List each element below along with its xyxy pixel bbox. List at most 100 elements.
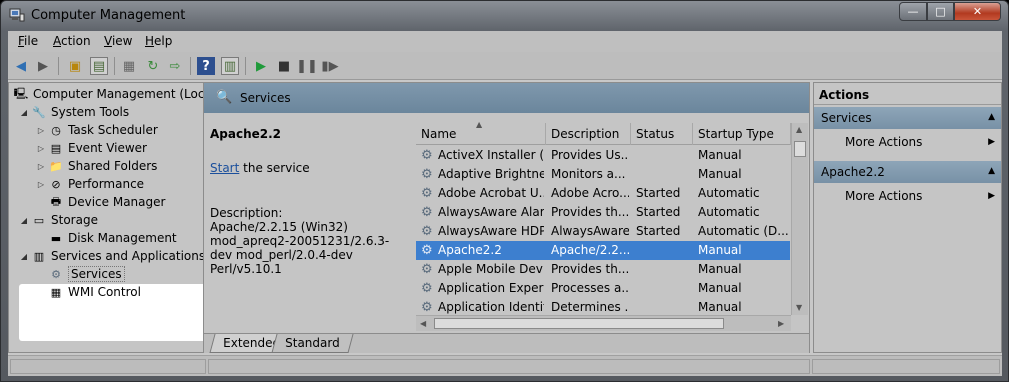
help-icon[interactable]: ? [197,57,215,75]
cell-startup-type: Automatic [698,186,760,200]
expand-arrow-icon[interactable]: ▷ [36,180,46,189]
actions-group-services[interactable]: Services ▲ [814,107,1001,129]
show-hide-action-icon[interactable]: ▥ [221,57,239,75]
scroll-right-icon[interactable]: ▶ [778,319,784,328]
table-row[interactable]: ⚙ ActiveX Installer (... Provides Us... Man… [416,146,790,165]
tree-node-services[interactable]: ⚙ Services [48,265,125,283]
stop-service-icon[interactable]: ■ [275,57,293,75]
collapse-arrow-icon[interactable]: ◢ [19,216,29,225]
table-row[interactable]: ⚙ AlwaysAware Alar... Provides th... Starte… [416,203,790,222]
cell-status: Started [636,224,681,238]
menu-view[interactable]: View [104,34,132,48]
gear-icon: ⚙ [421,167,433,182]
export-icon[interactable]: ⇨ [166,57,184,75]
tree-node-root[interactable]: 🖳 Computer Management (Local [13,85,215,103]
actions-pane: Actions Services ▲ More Actions ▶ Apache… [813,82,1002,353]
tree-label-system-tools: System Tools [51,105,130,119]
cell-description: Provides Us... [551,148,629,162]
cell-description: AlwaysAware... [551,224,629,238]
horizontal-scroll-thumb[interactable] [434,318,724,329]
menu-file[interactable]: File [18,34,38,48]
disk-icon: ▬ [50,231,62,245]
show-hide-tree-icon[interactable]: ▤ [90,57,108,75]
tree-node-event-viewer[interactable]: ▷ ▤ Event Viewer [36,139,147,157]
gear-icon: ⚙ [421,205,433,220]
vertical-scrollbar[interactable]: ▲ ▼ [791,123,808,315]
gear-icon: ⚙ [421,224,433,239]
computer-management-icon [9,8,25,22]
submenu-arrow-icon: ▶ [988,137,995,147]
actions-group-apache[interactable]: Apache2.2 ▲ [814,161,1001,183]
tree-label-root: Computer Management (Local [33,87,216,101]
table-row[interactable]: ⚙ Adobe Acrobat U... Adobe Acro... Started A… [416,184,790,203]
table-row[interactable]: ⚙ Application Experi... Processes a... Manu… [416,279,790,298]
gear-icon: ⚙ [421,243,433,258]
collapse-caret-icon[interactable]: ▲ [988,166,995,176]
tree-node-performance[interactable]: ▷ ⊘ Performance [36,175,144,193]
cell-name: ActiveX Installer (... [438,148,544,162]
minimize-button[interactable]: — [899,2,927,21]
expand-arrow-icon[interactable]: ▷ [36,144,46,153]
vertical-scroll-thumb[interactable] [794,141,806,157]
refresh-icon[interactable]: ↻ [144,57,162,75]
toolbar: ◀ ▶ ▣ ▤ ▦ ↻ ⇨ ? ▥ ▶ ■ ❚❚ ▮▶ [8,52,1002,80]
expand-arrow-icon[interactable]: ▷ [36,162,46,171]
cell-startup-type: Automatic [698,205,760,219]
table-row[interactable]: ⚙ Apple Mobile Devi... Provides th... Manua… [416,260,790,279]
close-button[interactable]: ✕ [954,2,1001,21]
table-row[interactable]: ⚙ Application Identity Determines ... Manua… [416,298,790,315]
properties-icon[interactable]: ▦ [120,57,138,75]
maximize-button[interactable]: □ [927,2,954,21]
tree-node-system-tools[interactable]: ◢ 🔧 System Tools [19,103,129,121]
forward-icon[interactable]: ▶ [34,57,52,75]
scroll-left-icon[interactable]: ◀ [420,319,426,328]
tree-label-storage: Storage [51,213,98,227]
menu-help[interactable]: Help [145,34,172,48]
extended-description-pane: Apache2.2 Start the service Description:… [204,113,416,333]
tree-node-services-apps[interactable]: ◢ ▥ Services and Applications [19,247,205,265]
search-icon: 🔍 [216,90,233,105]
cell-description: Processes a... [551,281,629,295]
more-actions-label: More Actions [845,135,923,149]
more-actions-services[interactable]: More Actions [845,135,922,149]
restart-service-icon[interactable]: ▮▶ [321,57,339,75]
gear-icon: ⚙ [51,267,61,281]
cell-startup-type: Manual [698,167,742,181]
list-body: ⚙ ActiveX Installer (... Provides Us... Man… [416,113,790,315]
table-row[interactable]: ⚙ Adaptive Brightness Monitors a... Manual [416,165,790,184]
performance-icon: ⊘ [51,177,61,191]
tree-node-storage[interactable]: ◢ ▭ Storage [19,211,98,229]
up-folder-icon[interactable]: ▣ [66,57,84,75]
tree-node-device-manager[interactable]: 🖶 Device Manager [48,193,166,211]
start-service-link[interactable]: Start [210,161,239,175]
tree-node-disk-management[interactable]: ▬ Disk Management [48,229,177,247]
collapse-arrow-icon[interactable]: ◢ [19,108,29,117]
table-row[interactable]: ⚙ Apache2.2 Apache/2.2.... Manual [416,241,790,260]
cell-description: Determines ... [551,300,629,314]
title-bar[interactable]: Computer Management — □ ✕ [1,1,1008,31]
storage-icon: ▭ [33,213,45,227]
more-actions-apache[interactable]: More Actions [845,189,922,203]
table-row[interactable]: ⚙ AlwaysAware HDP... AlwaysAware... Started… [416,222,790,241]
collapse-caret-icon[interactable]: ▲ [988,112,995,122]
pause-service-icon[interactable]: ❚❚ [296,57,318,75]
tree-node-task-scheduler[interactable]: ▷ ◷ Task Scheduler [36,121,158,139]
scroll-down-icon[interactable]: ▼ [796,303,802,312]
expand-arrow-icon[interactable]: ▷ [36,126,46,135]
tree-label-device-manager: Device Manager [68,195,166,209]
actions-group-services-label: Services [821,111,872,125]
cell-startup-type: Automatic (D... [698,224,789,238]
collapse-arrow-icon[interactable]: ◢ [19,252,29,261]
menu-action[interactable]: Action [53,34,91,48]
scroll-up-icon[interactable]: ▲ [796,125,802,134]
tree-node-wmi[interactable]: ▦ WMI Control [48,283,141,301]
tree-label-disk-management: Disk Management [68,231,177,245]
services-pane: 🔍 Services Apache2.2 Start the service D… [203,82,810,353]
shared-folder-icon: 📁 [49,159,63,173]
tree-node-shared-folders[interactable]: ▷ 📁 Shared Folders [36,157,157,175]
start-service-icon[interactable]: ▶ [252,57,270,75]
back-icon[interactable]: ◀ [12,57,30,75]
close-icon: ✕ [972,5,983,18]
tab-standard[interactable]: Standard [271,334,354,353]
horizontal-scrollbar[interactable]: ◀ ▶ [416,315,791,331]
